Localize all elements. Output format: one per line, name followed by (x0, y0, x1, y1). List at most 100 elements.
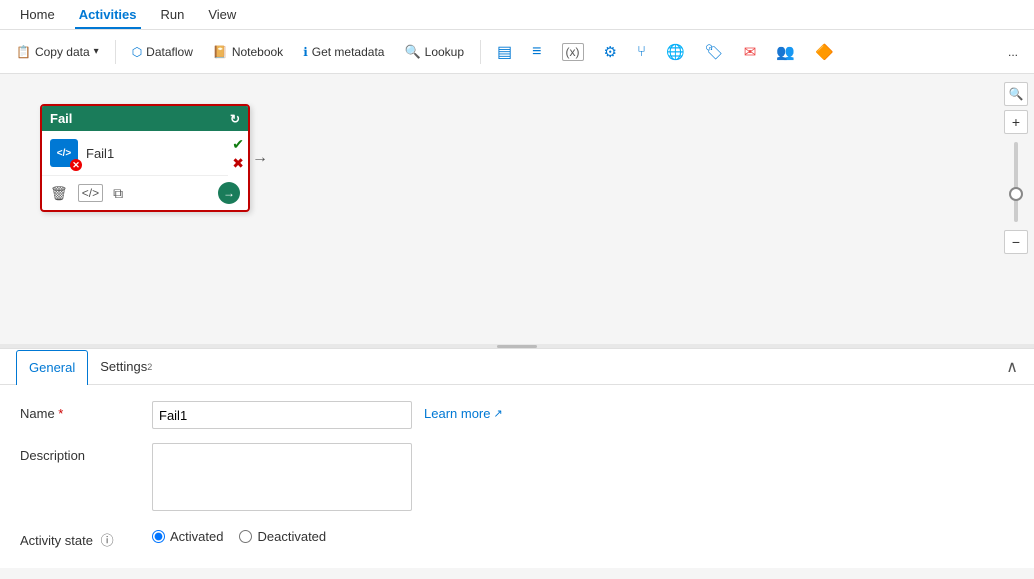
plus-icon: + (1012, 114, 1020, 130)
search-zoom-button[interactable]: 🔍 (1004, 82, 1028, 106)
search-icon: 🔍 (1009, 87, 1024, 101)
tab-settings-label: Settings (100, 359, 147, 374)
deactivated-radio-option[interactable]: Deactivated (239, 529, 326, 544)
copy-data-button[interactable]: 📋 Copy data ▾ (8, 41, 107, 63)
activated-radio[interactable] (152, 530, 165, 543)
mail-icon: ✉ (744, 43, 757, 61)
toolbar-separator-2 (480, 40, 481, 64)
copy-data-dropdown-icon: ▾ (94, 46, 99, 57)
tab-general-label: General (29, 360, 75, 375)
teams-icon: 👥 (776, 43, 795, 61)
toolbar-separator-1 (115, 40, 116, 64)
activity-card-title: Fail (50, 111, 72, 126)
get-metadata-label: Get metadata (312, 45, 385, 59)
settings-badge: 2 (147, 362, 152, 372)
copy-icon[interactable]: ⧉ (113, 185, 123, 202)
activity-card-header: Fail ↻ (42, 106, 248, 131)
lines-icon: ≡ (532, 43, 541, 61)
activity-state-row: Activity state ⓘ Activated Deactivated (20, 525, 1014, 549)
error-badge: ✕ (70, 159, 82, 171)
branch-button[interactable]: ⑂ (629, 39, 654, 64)
stack-button[interactable]: 🔶 (807, 39, 842, 65)
nav-run[interactable]: Run (149, 0, 197, 29)
teams-button[interactable]: 👥 (768, 39, 803, 65)
minus-icon: − (1012, 234, 1020, 250)
canvas-area: Fail ↻ </> ✕ Fail1 ✔ ✖ 🗑 </> ⧉ → → (0, 74, 1034, 344)
zoom-panel: 🔍 + − (998, 74, 1034, 344)
copy-data-icon: 📋 (16, 45, 31, 59)
description-input[interactable] (152, 443, 412, 511)
deactivated-radio[interactable] (239, 530, 252, 543)
notebook-button[interactable]: 📔 Notebook (205, 41, 291, 63)
name-label: Name (20, 401, 140, 421)
lookup-label: Lookup (425, 45, 464, 59)
fail-activity-icon: </> ✕ (50, 139, 78, 167)
description-label: Description (20, 443, 140, 463)
deactivated-label: Deactivated (257, 529, 326, 544)
branch-icon: ⑂ (637, 43, 646, 60)
panel-divider-handle (497, 345, 537, 348)
more-button[interactable]: ... (1000, 41, 1026, 63)
settings-button[interactable]: ⚙ (596, 39, 625, 65)
filter-icon: ▤ (497, 42, 512, 62)
globe-icon: 🌐 (666, 43, 685, 61)
go-button[interactable]: → (218, 182, 240, 204)
name-row: Name Learn more ↗ (20, 401, 1014, 429)
bottom-form: Name Learn more ↗ Description Activity s… (0, 385, 1034, 579)
dataflow-button[interactable]: ⬡ Dataflow (124, 41, 201, 63)
notebook-label: Notebook (232, 45, 283, 59)
learn-more-text: Learn more (424, 406, 490, 421)
check-error-icon[interactable]: ✖ (232, 155, 244, 172)
activity-card-footer: 🗑 </> ⧉ → (42, 176, 248, 210)
stack-icon: 🔶 (815, 43, 834, 61)
code-icon: </> (57, 148, 71, 159)
bookmark-button[interactable]: 🏷 (697, 39, 732, 65)
activity-state-label: Activity state ⓘ (20, 525, 140, 549)
settings-icon: ⚙ (604, 43, 617, 61)
activity-state-info-icon[interactable]: ⓘ (101, 533, 114, 548)
code-view-icon[interactable]: </> (78, 184, 103, 202)
activity-card-fail1: Fail ↻ </> ✕ Fail1 ✔ ✖ 🗑 </> ⧉ → → (40, 104, 250, 212)
nav-home[interactable]: Home (8, 0, 67, 29)
lookup-button[interactable]: 🔍 Lookup (396, 40, 472, 64)
dataflow-label: Dataflow (146, 45, 193, 59)
dataflow-icon: ⬡ (132, 45, 142, 59)
get-metadata-icon: ℹ (303, 45, 308, 59)
zoom-slider[interactable] (1014, 142, 1018, 222)
tab-general[interactable]: General (16, 350, 88, 385)
learn-more-link[interactable]: Learn more ↗ (424, 401, 503, 421)
filter-button[interactable]: ▤ (489, 38, 520, 66)
activated-label: Activated (170, 529, 223, 544)
zoom-out-button[interactable]: − (1004, 230, 1028, 254)
bookmark-icon: 🏷 (705, 43, 724, 61)
lines-button[interactable]: ≡ (524, 39, 549, 65)
expression-button[interactable]: (x) (554, 39, 592, 65)
expression-icon: (x) (562, 43, 584, 61)
arrow-right-icon: → (252, 149, 268, 167)
globe-button[interactable]: 🌐 (658, 39, 693, 65)
description-row: Description (20, 443, 1014, 511)
card-check-icons: ✔ ✖ (228, 132, 248, 176)
activity-card-body: </> ✕ Fail1 (42, 131, 228, 176)
name-input[interactable] (152, 401, 412, 429)
nav-view[interactable]: View (196, 0, 248, 29)
radio-group: Activated Deactivated (152, 525, 326, 544)
zoom-in-button[interactable]: + (1004, 110, 1028, 134)
lookup-icon: 🔍 (404, 44, 420, 60)
copy-data-label: Copy data (35, 45, 90, 59)
delete-icon[interactable]: 🗑 (50, 185, 68, 202)
activity-name-label: Fail1 (86, 146, 220, 161)
activated-radio-option[interactable]: Activated (152, 529, 223, 544)
zoom-slider-thumb[interactable] (1009, 187, 1023, 201)
get-metadata-button[interactable]: ℹ Get metadata (295, 41, 392, 63)
mail-button[interactable]: ✉ (736, 39, 765, 65)
refresh-icon[interactable]: ↻ (230, 112, 240, 126)
bottom-panel: General Settings2 ∧ Name Learn more ↗ De… (0, 348, 1034, 568)
nav-activities[interactable]: Activities (67, 0, 149, 29)
toolbar: 📋 Copy data ▾ ⬡ Dataflow 📔 Notebook ℹ Ge… (0, 30, 1034, 74)
tab-settings[interactable]: Settings2 (88, 349, 164, 384)
top-nav: Home Activities Run View (0, 0, 1034, 30)
collapse-button[interactable]: ∧ (1006, 357, 1018, 377)
check-success-icon[interactable]: ✔ (232, 136, 244, 153)
bottom-tabs: General Settings2 ∧ (0, 349, 1034, 385)
